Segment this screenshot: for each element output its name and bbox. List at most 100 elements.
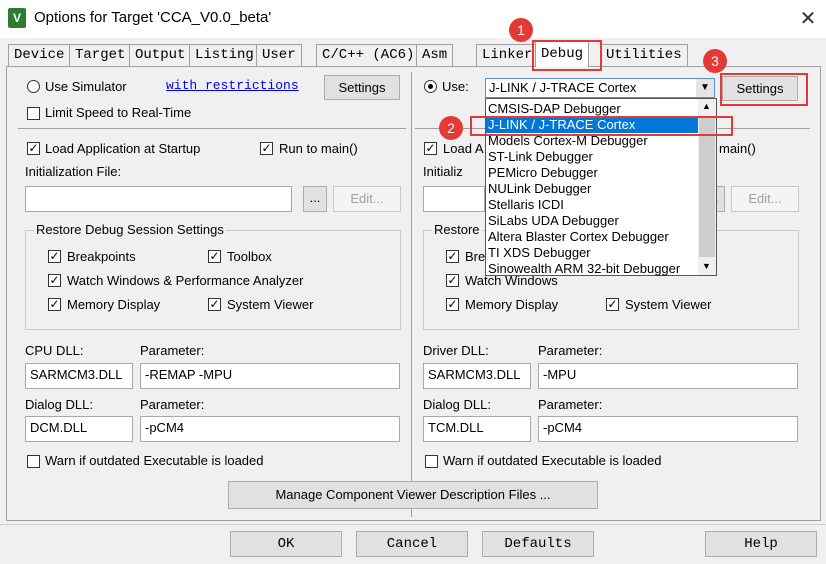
right-init-file-edit-button[interactable]: Edit... bbox=[731, 186, 799, 212]
scrollbar-thumb[interactable] bbox=[699, 117, 715, 257]
chevron-down-icon[interactable]: ▼ bbox=[696, 79, 714, 97]
right-watch-windows-checkbox[interactable]: ✓ bbox=[446, 274, 459, 287]
init-file-edit-button[interactable]: Edit... bbox=[333, 186, 401, 212]
breakpoints-label: Breakpoints bbox=[67, 249, 136, 264]
dropdown-option[interactable]: Altera Blaster Cortex Debugger bbox=[486, 229, 698, 245]
warn-outdated-label: Warn if outdated Executable is loaded bbox=[45, 453, 264, 468]
dropdown-option[interactable]: NULink Debugger bbox=[486, 181, 698, 197]
keil-app-icon: V bbox=[8, 8, 26, 28]
simulator-settings-button[interactable]: Settings bbox=[324, 75, 400, 100]
column-divider bbox=[411, 72, 412, 517]
tab-utilities[interactable]: Utilities bbox=[600, 44, 688, 66]
use-simulator-label: Use Simulator bbox=[45, 79, 127, 94]
window-title: Options for Target 'CCA_V0.0_beta' bbox=[34, 9, 272, 26]
tab-cpp[interactable]: C/C++ (AC6) bbox=[316, 44, 421, 66]
right-breakpoints-label: Bre bbox=[465, 249, 486, 264]
right-warn-outdated-checkbox[interactable] bbox=[425, 455, 438, 468]
load-app-checkbox[interactable]: ✓ bbox=[27, 142, 40, 155]
annotation-box-debug-tab bbox=[532, 40, 602, 71]
right-dialog-dll-field[interactable]: TCM.DLL bbox=[423, 416, 531, 442]
defaults-button[interactable]: Defaults bbox=[482, 531, 594, 557]
memory-display-label: Memory Display bbox=[67, 297, 161, 312]
cpu-param-field[interactable]: -REMAP -MPU bbox=[140, 363, 400, 389]
tab-asm[interactable]: Asm bbox=[416, 44, 454, 66]
warn-outdated-checkbox[interactable] bbox=[27, 455, 40, 468]
help-button[interactable]: Help bbox=[705, 531, 817, 557]
memory-display-checkbox[interactable]: ✓ bbox=[48, 298, 61, 311]
breakpoints-checkbox[interactable]: ✓ bbox=[48, 250, 61, 263]
use-debugger-radio[interactable] bbox=[424, 80, 437, 93]
separator bbox=[18, 128, 406, 129]
dropdown-option[interactable]: Stellaris ICDI bbox=[486, 197, 698, 213]
dropdown-option[interactable]: Sinowealth ARM 32-bit Debugger bbox=[486, 261, 698, 277]
toolbox-checkbox[interactable]: ✓ bbox=[208, 250, 221, 263]
driver-param-field[interactable]: -MPU bbox=[538, 363, 798, 389]
init-file-input[interactable] bbox=[25, 186, 292, 212]
driver-dll-label: Driver DLL: bbox=[423, 343, 489, 358]
watch-windows-checkbox[interactable]: ✓ bbox=[48, 274, 61, 287]
dropdown-option[interactable]: CMSIS-DAP Debugger bbox=[486, 101, 698, 117]
tab-user[interactable]: User bbox=[256, 44, 302, 66]
annotation-box-jlink-option bbox=[470, 116, 733, 136]
run-to-main-checkbox[interactable]: ✓ bbox=[260, 142, 273, 155]
right-load-app-checkbox[interactable]: ✓ bbox=[424, 142, 437, 155]
right-memory-display-checkbox[interactable]: ✓ bbox=[446, 298, 459, 311]
watch-windows-label: Watch Windows & Performance Analyzer bbox=[67, 273, 304, 288]
close-icon[interactable]: ✕ bbox=[796, 6, 820, 31]
title-bar: V Options for Target 'CCA_V0.0_beta' ✕ bbox=[0, 0, 826, 38]
annotation-badge-2: 2 bbox=[439, 116, 463, 140]
tab-target[interactable]: Target bbox=[69, 44, 132, 66]
debugger-select-value: J-LINK / J-TRACE Cortex bbox=[489, 80, 637, 95]
limit-speed-label: Limit Speed to Real-Time bbox=[45, 105, 192, 120]
load-app-label: Load Application at Startup bbox=[45, 141, 201, 156]
dropdown-option[interactable]: PEMicro Debugger bbox=[486, 165, 698, 181]
bottom-separator bbox=[0, 524, 826, 525]
tab-listing[interactable]: Listing bbox=[189, 44, 260, 66]
right-system-viewer-checkbox[interactable]: ✓ bbox=[606, 298, 619, 311]
system-viewer-checkbox[interactable]: ✓ bbox=[208, 298, 221, 311]
scroll-down-icon[interactable]: ▼ bbox=[702, 261, 711, 271]
init-file-browse-button[interactable]: ... bbox=[303, 186, 327, 212]
cpu-dll-field[interactable]: SARMCM3.DLL bbox=[25, 363, 133, 389]
with-restrictions-link[interactable]: with restrictions bbox=[166, 78, 299, 93]
tab-output[interactable]: Output bbox=[129, 44, 192, 66]
restore-settings-title: Restore Debug Session Settings bbox=[34, 222, 226, 237]
ok-button[interactable]: OK bbox=[230, 531, 342, 557]
limit-speed-checkbox[interactable] bbox=[27, 107, 40, 120]
toolbox-label: Toolbox bbox=[227, 249, 272, 264]
dropdown-option[interactable]: TI XDS Debugger bbox=[486, 245, 698, 261]
right-load-app-label: Load A bbox=[443, 141, 484, 156]
annotation-box-settings bbox=[720, 73, 808, 106]
right-system-viewer-label: System Viewer bbox=[625, 297, 712, 312]
scroll-up-icon[interactable]: ▲ bbox=[702, 101, 711, 111]
right-restore-settings-title: Restore bbox=[432, 222, 482, 237]
right-memory-display-label: Memory Display bbox=[465, 297, 559, 312]
dropdown-option[interactable]: SiLabs UDA Debugger bbox=[486, 213, 698, 229]
system-viewer-label: System Viewer bbox=[227, 297, 314, 312]
driver-param-label: Parameter: bbox=[538, 343, 603, 358]
right-init-file-label: Initializ bbox=[423, 164, 463, 179]
right-dialog-param-field[interactable]: -pCM4 bbox=[538, 416, 798, 442]
driver-dll-field[interactable]: SARMCM3.DLL bbox=[423, 363, 531, 389]
tab-device[interactable]: Device bbox=[8, 44, 71, 66]
right-run-to-main-label: main() bbox=[719, 141, 756, 156]
dialog-param-field[interactable]: -pCM4 bbox=[140, 416, 400, 442]
cancel-button[interactable]: Cancel bbox=[356, 531, 468, 557]
init-file-label: Initialization File: bbox=[25, 164, 122, 179]
cpu-dll-label: CPU DLL: bbox=[25, 343, 84, 358]
right-init-file-input[interactable] bbox=[423, 186, 485, 212]
dropdown-option[interactable]: ST-Link Debugger bbox=[486, 149, 698, 165]
annotation-badge-3: 3 bbox=[703, 49, 727, 73]
right-dialog-param-label: Parameter: bbox=[538, 397, 603, 412]
right-warn-outdated-label: Warn if outdated Executable is loaded bbox=[443, 453, 662, 468]
right-breakpoints-checkbox[interactable]: ✓ bbox=[446, 250, 459, 263]
dialog-dll-field[interactable]: DCM.DLL bbox=[25, 416, 133, 442]
run-to-main-label: Run to main() bbox=[279, 141, 358, 156]
dialog-dll-label: Dialog DLL: bbox=[25, 397, 93, 412]
tab-linker[interactable]: Linker bbox=[476, 44, 539, 66]
manage-component-viewer-button[interactable]: Manage Component Viewer Description File… bbox=[228, 481, 598, 509]
use-simulator-radio[interactable] bbox=[27, 80, 40, 93]
right-dialog-dll-label: Dialog DLL: bbox=[423, 397, 491, 412]
debugger-select[interactable]: J-LINK / J-TRACE Cortex ▼ bbox=[485, 78, 715, 98]
use-label: Use: bbox=[442, 79, 469, 94]
